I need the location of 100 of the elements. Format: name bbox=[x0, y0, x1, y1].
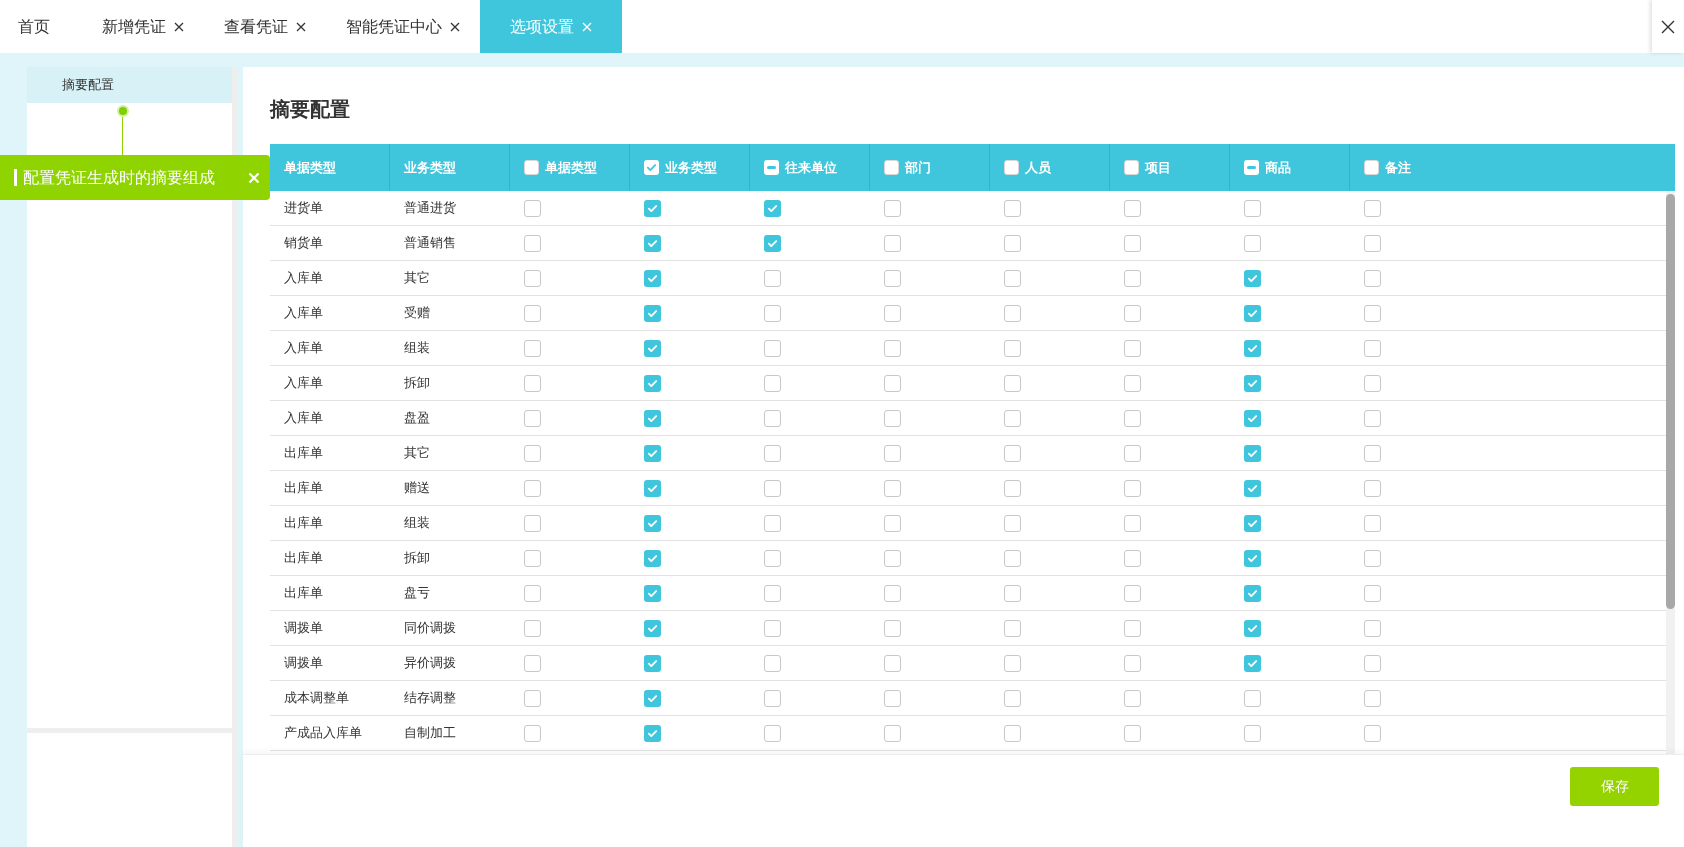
checkbox[interactable] bbox=[764, 409, 781, 427]
checkbox[interactable] bbox=[1124, 304, 1141, 322]
checkbox[interactable] bbox=[884, 584, 901, 602]
checkbox[interactable] bbox=[884, 654, 901, 672]
checkbox[interactable] bbox=[1244, 689, 1261, 707]
checkbox[interactable] bbox=[644, 160, 659, 175]
checkbox[interactable] bbox=[884, 514, 901, 532]
checkbox[interactable] bbox=[644, 514, 661, 532]
checkbox[interactable] bbox=[884, 444, 901, 462]
checkbox[interactable] bbox=[764, 199, 781, 217]
checkbox[interactable] bbox=[1004, 304, 1021, 322]
checkbox[interactable] bbox=[1364, 444, 1381, 462]
checkbox[interactable] bbox=[764, 160, 779, 175]
checkbox[interactable] bbox=[1004, 619, 1021, 637]
tab[interactable]: 查看凭证 bbox=[204, 0, 326, 53]
checkbox[interactable] bbox=[1364, 269, 1381, 287]
checkbox[interactable] bbox=[884, 269, 901, 287]
checkbox[interactable] bbox=[1364, 374, 1381, 392]
checkbox[interactable] bbox=[1244, 654, 1261, 672]
checkbox[interactable] bbox=[1244, 549, 1261, 567]
checkbox[interactable] bbox=[764, 689, 781, 707]
checkbox[interactable] bbox=[524, 724, 541, 742]
checkbox[interactable] bbox=[644, 234, 661, 252]
checkbox[interactable] bbox=[884, 160, 899, 175]
tab[interactable]: 首页 bbox=[0, 0, 82, 53]
checkbox[interactable] bbox=[524, 549, 541, 567]
checkbox[interactable] bbox=[1124, 584, 1141, 602]
checkbox[interactable] bbox=[1124, 444, 1141, 462]
checkbox[interactable] bbox=[764, 234, 781, 252]
checkbox[interactable] bbox=[644, 584, 661, 602]
checkbox[interactable] bbox=[1244, 724, 1261, 742]
checkbox[interactable] bbox=[884, 724, 901, 742]
checkbox[interactable] bbox=[1364, 724, 1381, 742]
checkbox[interactable] bbox=[524, 234, 541, 252]
checkbox[interactable] bbox=[1364, 514, 1381, 532]
checkbox[interactable] bbox=[1364, 689, 1381, 707]
checkbox[interactable] bbox=[1124, 479, 1141, 497]
checkbox[interactable] bbox=[884, 234, 901, 252]
checkbox[interactable] bbox=[644, 479, 661, 497]
checkbox[interactable] bbox=[764, 479, 781, 497]
checkbox[interactable] bbox=[1124, 160, 1139, 175]
close-icon[interactable] bbox=[296, 21, 306, 32]
checkbox[interactable] bbox=[1364, 549, 1381, 567]
close-button[interactable] bbox=[1652, 0, 1684, 53]
checkbox[interactable] bbox=[1004, 724, 1021, 742]
checkbox[interactable] bbox=[764, 549, 781, 567]
checkbox[interactable] bbox=[1244, 584, 1261, 602]
checkbox[interactable] bbox=[1364, 584, 1381, 602]
checkbox[interactable] bbox=[1004, 479, 1021, 497]
checkbox[interactable] bbox=[1004, 409, 1021, 427]
checkbox[interactable] bbox=[1124, 549, 1141, 567]
checkbox[interactable] bbox=[1244, 374, 1261, 392]
close-icon[interactable] bbox=[174, 21, 184, 32]
checkbox[interactable] bbox=[764, 269, 781, 287]
checkbox[interactable] bbox=[1004, 444, 1021, 462]
checkbox[interactable] bbox=[884, 339, 901, 357]
checkbox[interactable] bbox=[884, 374, 901, 392]
checkbox[interactable] bbox=[644, 724, 661, 742]
checkbox[interactable] bbox=[884, 549, 901, 567]
checkbox[interactable] bbox=[1124, 409, 1141, 427]
checkbox[interactable] bbox=[524, 444, 541, 462]
checkbox[interactable] bbox=[1124, 339, 1141, 357]
checkbox[interactable] bbox=[524, 409, 541, 427]
checkbox[interactable] bbox=[1364, 479, 1381, 497]
checkbox[interactable] bbox=[524, 514, 541, 532]
checkbox[interactable] bbox=[644, 269, 661, 287]
checkbox[interactable] bbox=[644, 689, 661, 707]
checkbox[interactable] bbox=[1244, 409, 1261, 427]
checkbox[interactable] bbox=[644, 619, 661, 637]
checkbox[interactable] bbox=[524, 339, 541, 357]
checkbox[interactable] bbox=[884, 304, 901, 322]
checkbox[interactable] bbox=[1244, 479, 1261, 497]
checkbox[interactable] bbox=[1124, 234, 1141, 252]
checkbox[interactable] bbox=[644, 199, 661, 217]
checkbox[interactable] bbox=[644, 444, 661, 462]
checkbox[interactable] bbox=[1364, 160, 1379, 175]
checkbox[interactable] bbox=[884, 689, 901, 707]
checkbox[interactable] bbox=[1124, 724, 1141, 742]
checkbox[interactable] bbox=[524, 619, 541, 637]
checkbox[interactable] bbox=[764, 619, 781, 637]
checkbox[interactable] bbox=[1364, 409, 1381, 427]
checkbox[interactable] bbox=[1004, 549, 1021, 567]
checkbox[interactable] bbox=[644, 374, 661, 392]
checkbox[interactable] bbox=[1004, 584, 1021, 602]
checkbox[interactable] bbox=[1124, 269, 1141, 287]
tab[interactable]: 新增凭证 bbox=[82, 0, 204, 53]
checkbox[interactable] bbox=[884, 409, 901, 427]
checkbox[interactable] bbox=[1004, 689, 1021, 707]
checkbox[interactable] bbox=[644, 304, 661, 322]
checkbox[interactable] bbox=[1004, 514, 1021, 532]
checkbox[interactable] bbox=[884, 619, 901, 637]
checkbox[interactable] bbox=[644, 339, 661, 357]
checkbox[interactable] bbox=[1004, 654, 1021, 672]
checkbox[interactable] bbox=[524, 479, 541, 497]
checkbox[interactable] bbox=[1244, 199, 1261, 217]
checkbox[interactable] bbox=[524, 689, 541, 707]
checkbox[interactable] bbox=[524, 374, 541, 392]
scrollbar-thumb[interactable] bbox=[1666, 194, 1675, 609]
checkbox[interactable] bbox=[1244, 269, 1261, 287]
checkbox[interactable] bbox=[1124, 689, 1141, 707]
